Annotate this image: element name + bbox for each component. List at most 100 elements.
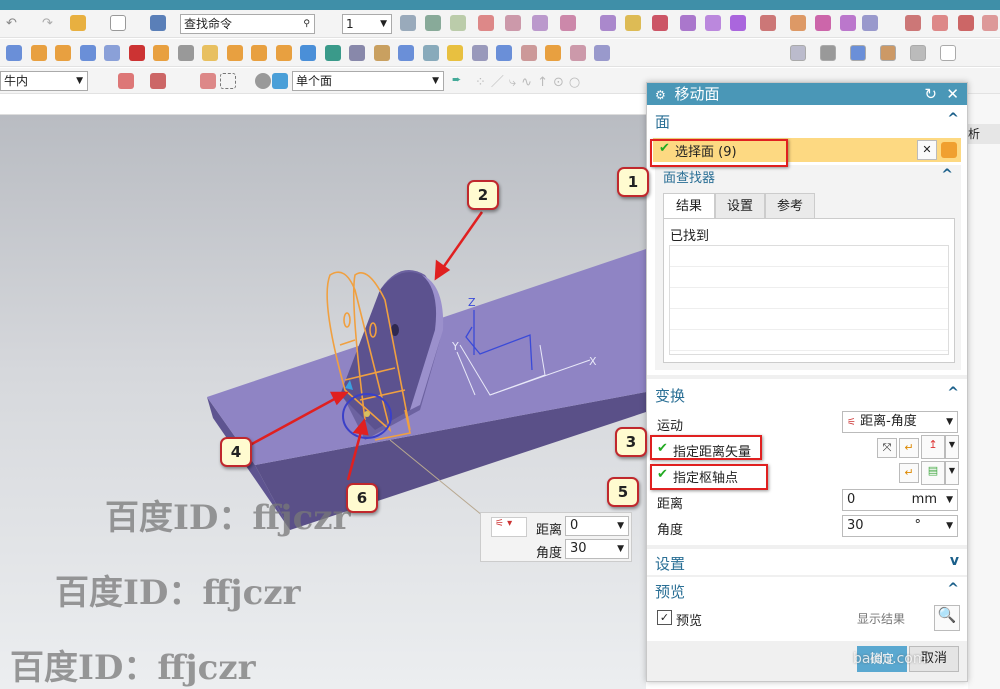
close-icon[interactable]: ✕ xyxy=(946,83,959,105)
collapse-icon[interactable]: ^ xyxy=(947,111,959,127)
sketch-icon[interactable] xyxy=(625,15,641,31)
collapse-icon[interactable]: ^ xyxy=(947,385,959,401)
feature-tool-icon[interactable] xyxy=(447,45,463,61)
feature-tool-icon[interactable] xyxy=(251,45,267,61)
feature-tool-icon[interactable] xyxy=(471,45,488,61)
tab-reference[interactable]: 参考 xyxy=(765,193,815,219)
cancel-button[interactable]: 取消 xyxy=(909,646,959,672)
arrow-right-icon[interactable]: ➨ xyxy=(452,73,468,89)
point-inferred-icon[interactable]: ↵ xyxy=(899,463,919,483)
feature-tool-icon[interactable] xyxy=(422,45,439,61)
layer-icon[interactable] xyxy=(425,15,441,31)
face-finder-header[interactable]: 面查找器 xyxy=(663,167,715,186)
tab-results[interactable]: 结果 xyxy=(663,193,715,219)
feature-tool-icon[interactable] xyxy=(275,45,292,61)
feature-tool-icon[interactable] xyxy=(545,45,561,61)
feature-tool-icon[interactable] xyxy=(594,45,610,61)
view-tool-icon[interactable] xyxy=(880,45,896,61)
dimension-icon[interactable] xyxy=(790,15,806,31)
curve-icon[interactable] xyxy=(932,15,948,31)
collapse-icon[interactable]: ^ xyxy=(941,167,953,183)
sketch-icon[interactable] xyxy=(532,15,548,31)
graphics-viewport[interactable]: Z Y X 百度ID：ffjczr 百度ID：ffjczr 百度ID：ffjcz… xyxy=(0,115,646,689)
collapse-icon[interactable]: ^ xyxy=(947,581,959,597)
layer-select[interactable]: 1 ▼ xyxy=(342,14,392,34)
command-search-input[interactable]: 查找命令 ⚲ xyxy=(180,14,315,34)
feature-tool-icon[interactable] xyxy=(177,45,194,61)
dimension-icon[interactable] xyxy=(862,15,878,31)
curve-icon[interactable] xyxy=(982,15,998,31)
dimension-icon[interactable] xyxy=(815,15,831,31)
found-list[interactable] xyxy=(669,245,949,355)
face-section-header[interactable]: 面 xyxy=(655,111,670,132)
view-tool-icon[interactable] xyxy=(790,45,806,61)
feature-tool-icon[interactable] xyxy=(324,45,341,61)
expand-icon[interactable]: v xyxy=(950,553,959,569)
feature-tool-icon[interactable] xyxy=(496,45,512,61)
feature-tool-icon[interactable] xyxy=(202,45,218,61)
show-result-button[interactable]: 🔍 xyxy=(934,605,960,631)
view-tool-icon[interactable] xyxy=(850,45,866,61)
undo-icon[interactable]: ↶ xyxy=(6,16,22,32)
point-dialog-icon[interactable]: ▤ xyxy=(921,461,945,485)
deselect-button[interactable]: ✕ xyxy=(917,140,937,160)
feature-tool-icon[interactable] xyxy=(398,45,414,61)
sketch-icon[interactable] xyxy=(652,15,668,31)
redo-icon[interactable]: ↷ xyxy=(42,16,58,32)
angle-input[interactable]: 30 ° ▼ xyxy=(842,515,958,537)
gear-icon[interactable]: ⚙ xyxy=(655,88,666,102)
sketch-icon[interactable] xyxy=(560,15,576,31)
face-icon[interactable] xyxy=(255,73,271,89)
view-tool-icon[interactable] xyxy=(820,45,836,61)
color-icon[interactable] xyxy=(110,15,126,31)
select-icon[interactable] xyxy=(200,73,216,89)
layer-icon[interactable] xyxy=(450,15,466,31)
sketch-icon[interactable] xyxy=(478,15,494,31)
body-icon[interactable] xyxy=(272,73,288,89)
feature-tool-icon[interactable] xyxy=(55,45,71,61)
feature-tool-icon[interactable] xyxy=(569,45,586,61)
vector-point-icon[interactable]: ↵ xyxy=(899,438,919,458)
face-cube-icon[interactable] xyxy=(941,142,957,158)
feature-tool-icon[interactable] xyxy=(226,45,243,61)
type-filter-select[interactable]: 牛内 ▼ xyxy=(0,71,88,91)
curve-icon[interactable] xyxy=(958,15,974,31)
snap-icon[interactable] xyxy=(150,73,166,89)
curve-icon[interactable] xyxy=(905,15,921,31)
vector-inferred-icon[interactable]: ⤧ xyxy=(877,438,897,458)
motion-select[interactable]: ⚟ 距离-角度 ▼ xyxy=(842,411,958,433)
settings-section-header[interactable]: 设置 xyxy=(655,553,685,574)
tab-settings[interactable]: 设置 xyxy=(715,193,765,219)
sketch-icon[interactable] xyxy=(680,15,696,31)
preview-section-header[interactable]: 预览 xyxy=(655,581,685,602)
view-tool-icon[interactable] xyxy=(910,45,926,61)
face-rule-select[interactable]: 单个面 ▼ xyxy=(292,71,444,91)
feature-tool-icon[interactable] xyxy=(373,45,390,61)
sketch-icon[interactable] xyxy=(730,15,746,31)
chevron-down-icon[interactable]: ▼ xyxy=(945,435,959,459)
feature-tool-icon[interactable] xyxy=(520,45,537,61)
onscreen-angle-input[interactable]: 30 ▼ xyxy=(565,539,629,559)
sketch-icon[interactable] xyxy=(505,15,521,31)
motion-type-button[interactable]: ⚟ ▾ xyxy=(491,517,527,537)
preview-checkbox[interactable]: ✓ xyxy=(657,610,672,625)
chevron-down-icon[interactable]: ▼ xyxy=(945,461,959,485)
layer-icon[interactable] xyxy=(400,15,416,31)
dimension-icon[interactable] xyxy=(760,15,776,31)
sketch-icon[interactable] xyxy=(705,15,721,31)
ok-button[interactable]: 确定 xyxy=(857,646,907,672)
feature-tool-icon[interactable] xyxy=(104,45,120,61)
view-tool-icon[interactable] xyxy=(940,45,956,61)
transform-section-header[interactable]: 变换 xyxy=(655,385,685,406)
feature-tool-icon[interactable] xyxy=(30,45,47,61)
dimension-icon[interactable] xyxy=(840,15,856,31)
feature-tool-icon[interactable] xyxy=(6,45,22,61)
onscreen-distance-input[interactable]: 0 ▼ xyxy=(565,516,629,536)
settings-icon[interactable] xyxy=(70,15,86,31)
feature-tool-icon[interactable] xyxy=(153,45,169,61)
feature-tool-icon[interactable] xyxy=(349,45,365,61)
feature-tool-icon[interactable] xyxy=(79,45,96,61)
snap-icon[interactable] xyxy=(118,73,134,89)
sketch-icon[interactable] xyxy=(600,15,616,31)
feature-tool-icon[interactable] xyxy=(128,45,145,61)
